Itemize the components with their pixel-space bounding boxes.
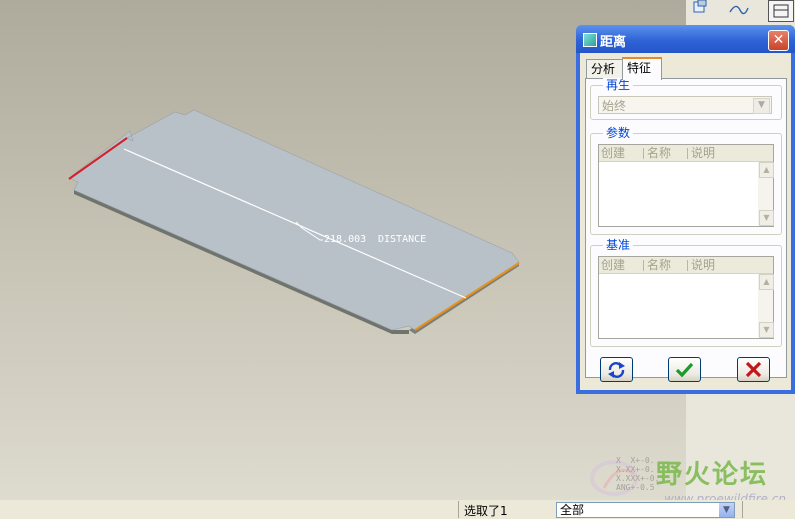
close-icon: ✕ (772, 32, 785, 48)
tab-feature[interactable]: 特征 (622, 57, 662, 80)
dialog-titlebar[interactable]: 距离 ✕ (576, 25, 795, 53)
distance-dialog: 距离 ✕ 分析 特征 再生 始终 ▼ 参数 创建 名称 说明 ▲ ▼ 基准 创建… (576, 25, 795, 394)
params-list-header: 创建 名称 说明 (599, 145, 773, 162)
regen-label: 再生 (603, 78, 634, 92)
regen-select[interactable]: 始终 ▼ (598, 96, 772, 114)
tab-analysis[interactable]: 分析 (586, 59, 624, 79)
selection-filter[interactable]: 全部 ▼ (556, 502, 735, 518)
view-orient-icon[interactable] (690, 0, 712, 18)
repeat-button[interactable] (600, 357, 633, 382)
datum-list-header: 创建 名称 说明 (599, 257, 773, 274)
x-icon (745, 361, 762, 378)
chevron-down-icon[interactable]: ▼ (753, 98, 770, 114)
status-bar: 选取了1 全部 ▼ (0, 500, 795, 519)
regen-selected-value: 始终 (602, 99, 627, 113)
distance-value: 218.003 (324, 234, 366, 245)
col-create[interactable]: 创建 (599, 257, 625, 273)
checkmark-icon (675, 362, 694, 378)
dialog-title: 距离 (600, 35, 627, 50)
scroll-up-icon[interactable]: ▲ (759, 274, 774, 290)
curve-analysis-icon[interactable] (728, 0, 750, 18)
params-list[interactable]: 创建 名称 说明 ▲ ▼ (598, 144, 774, 227)
selection-filter-value: 全部 (560, 503, 585, 517)
watermark-text: 野火论坛 (656, 460, 769, 490)
col-description[interactable]: 说明 (689, 145, 715, 161)
distance-label: DISTANCE (378, 234, 426, 245)
datum-group: 基准 创建 名称 说明 ▲ ▼ (590, 238, 782, 347)
save-view-icon[interactable] (768, 0, 794, 22)
tolerance-readout: X X+-0. X.XX+-0. X.XXX+-0. ANG+-0.5 (616, 456, 660, 492)
params-scrollbar[interactable]: ▲ ▼ (758, 162, 774, 226)
status-message: 选取了1 (464, 504, 508, 518)
col-name[interactable]: 名称 (645, 257, 671, 273)
datum-scrollbar[interactable]: ▲ ▼ (758, 274, 774, 338)
params-label: 参数 (603, 126, 634, 140)
chevron-down-icon[interactable]: ▼ (719, 503, 734, 517)
regen-group: 再生 始终 ▼ (590, 78, 782, 120)
scroll-down-icon[interactable]: ▼ (759, 210, 774, 226)
repeat-icon (608, 362, 625, 378)
col-description[interactable]: 说明 (689, 257, 715, 273)
datum-label: 基准 (603, 238, 634, 252)
cancel-button[interactable] (737, 357, 770, 382)
close-button[interactable]: ✕ (768, 30, 789, 51)
dialog-app-icon (583, 33, 597, 47)
params-group: 参数 创建 名称 说明 ▲ ▼ (590, 126, 782, 235)
ok-button[interactable] (668, 357, 701, 382)
datum-list[interactable]: 创建 名称 说明 ▲ ▼ (598, 256, 774, 339)
dialog-body: 分析 特征 再生 始终 ▼ 参数 创建 名称 说明 ▲ ▼ 基准 创建 名称 说… (580, 53, 791, 390)
feature-tab-panel: 再生 始终 ▼ 参数 创建 名称 说明 ▲ ▼ 基准 创建 名称 说明 ▲ ▼ (585, 78, 787, 378)
scroll-down-icon[interactable]: ▼ (759, 322, 774, 338)
col-create[interactable]: 创建 (599, 145, 625, 161)
col-name[interactable]: 名称 (645, 145, 671, 161)
scroll-up-icon[interactable]: ▲ (759, 162, 774, 178)
